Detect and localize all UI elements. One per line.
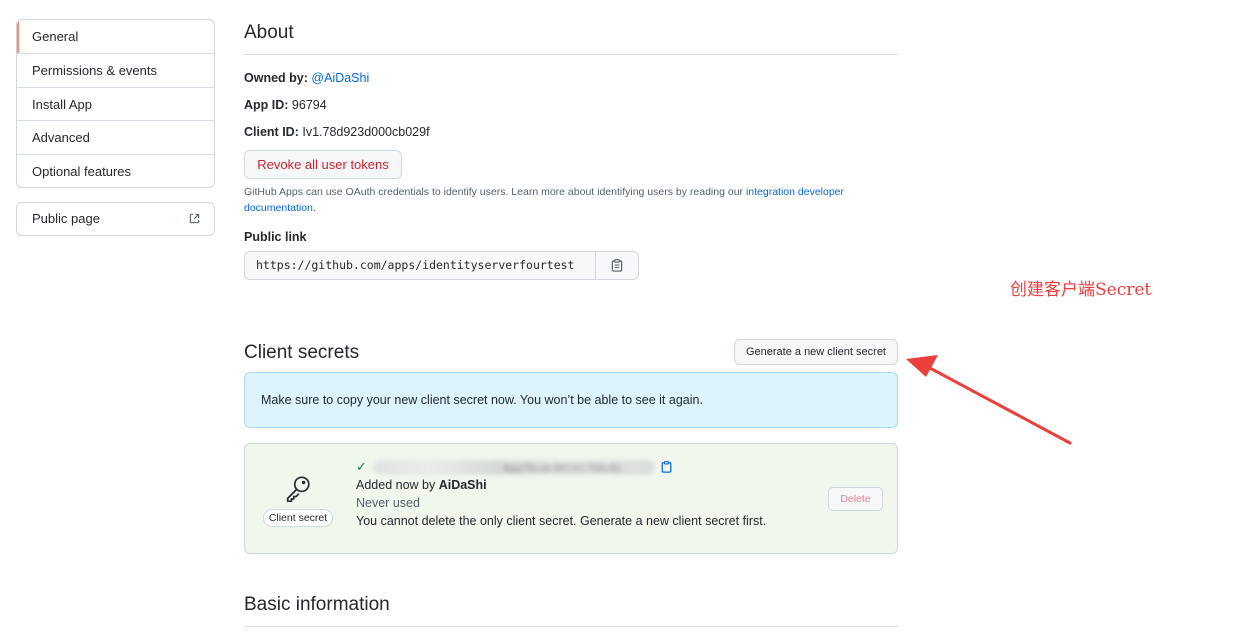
generate-client-secret-button[interactable]: Generate a new client secret — [733, 339, 898, 365]
secret-added-prefix: Added now by — [356, 478, 439, 492]
secret-usage: Never used — [356, 496, 420, 510]
divider — [244, 54, 898, 55]
app-id-value: 96794 — [291, 98, 327, 112]
secret-added-by: AiDaShi — [438, 478, 487, 492]
settings-sidebar: General Permissions & events Install App… — [16, 19, 215, 188]
client-secret-card: Client secret ✓ 4aa70cdc90191766c8c Adde… — [244, 443, 898, 554]
annotation-arrow — [906, 355, 1072, 445]
oauth-note-text: GitHub Apps can use OAuth credentials to… — [244, 186, 746, 198]
sidebar-item-permissions-events[interactable]: Permissions & events — [17, 53, 214, 86]
client-id-value: Iv1.78d923d000cb029f — [302, 125, 430, 139]
app-id-label: App ID: — [244, 98, 289, 112]
secret-delete-warning: You cannot delete the only client secret… — [356, 514, 767, 528]
app-id-row: App ID: 96794 — [244, 98, 327, 112]
copy-secret-flash: Make sure to copy your new client secret… — [244, 372, 898, 428]
revoke-tokens-button[interactable]: Revoke all user tokens — [244, 150, 402, 179]
client-id-label: Client ID: — [244, 125, 299, 139]
oauth-note: GitHub Apps can use OAuth credentials to… — [244, 184, 884, 216]
public-link-label: Public link — [244, 230, 307, 244]
clipboard-icon — [611, 259, 623, 272]
secret-added-row: Added now by AiDaShi — [356, 476, 766, 494]
sidebar-item-label: Optional features — [32, 163, 132, 179]
sidebar-item-label: Permissions & events — [32, 63, 157, 79]
client-secrets-heading: Client secrets — [244, 342, 360, 363]
client-id-row: Client ID: Iv1.78d923d000cb029f — [244, 125, 430, 139]
copy-public-link-button[interactable] — [595, 251, 639, 280]
sidebar-item-general[interactable]: General — [17, 20, 214, 54]
basic-information-heading: Basic information — [244, 594, 390, 615]
public-page-link[interactable]: Public page — [16, 202, 215, 236]
sidebar-item-advanced[interactable]: Advanced — [17, 120, 214, 153]
public-link-field[interactable]: https://github.com/apps/identityserverfo… — [244, 251, 595, 280]
public-page-label: Public page — [32, 211, 100, 226]
owner-link[interactable]: @AiDaShi — [311, 71, 369, 85]
secret-details: ✓ 4aa70cdc90191766c8c Added now by AiDaS… — [356, 458, 766, 530]
sidebar-item-install-app[interactable]: Install App — [17, 86, 214, 120]
redacted-secret-value: 4aa70cdc90191766c8c — [372, 459, 655, 475]
check-icon: ✓ — [356, 459, 367, 474]
about-heading: About — [244, 22, 294, 43]
delete-secret-button: Delete — [828, 487, 883, 511]
partial-secret-text: 4aa70cdc90191766c8c — [502, 462, 624, 475]
secret-key-badge: Client secret — [262, 474, 334, 527]
secret-value-row: ✓ 4aa70cdc90191766c8c — [356, 458, 766, 476]
sidebar-item-label: Advanced — [32, 130, 90, 146]
copy-secret-icon[interactable] — [661, 461, 672, 473]
client-secret-label: Client secret — [262, 509, 334, 527]
sidebar-item-label: General — [32, 29, 79, 44]
sidebar-item-optional-features[interactable]: Optional features — [17, 153, 214, 187]
sidebar-item-label: Install App — [32, 96, 92, 112]
public-link-field-group: https://github.com/apps/identityserverfo… — [244, 251, 639, 280]
divider — [244, 626, 898, 627]
key-icon — [286, 476, 310, 503]
owned-by-row: Owned by: @AiDaShi — [244, 71, 369, 85]
owned-by-label: Owned by: — [244, 71, 308, 85]
oauth-note-end: . — [312, 202, 316, 214]
annotation-text: 创建客户端Secret — [1010, 280, 1152, 300]
external-link-icon — [189, 213, 200, 224]
